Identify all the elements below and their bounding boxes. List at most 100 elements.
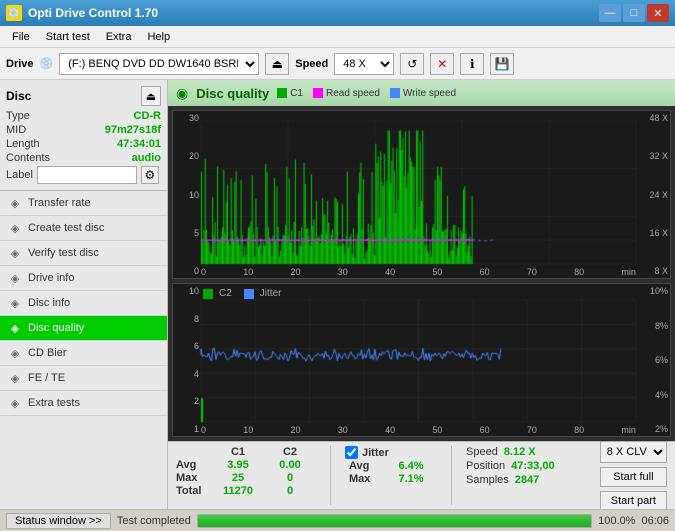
maximize-button[interactable]: □ [623,4,645,22]
progress-bar-fill [198,515,591,527]
sidebar-item-label: Disc quality [28,322,84,334]
charts-area: 48 X 32 X 24 X 16 X 8 X 30 20 10 5 0 0 [168,106,675,441]
legend-c1-color [277,88,287,98]
chart-header: ◉ Disc quality C1 Read speed Write speed [168,80,675,106]
menu-start-test[interactable]: Start test [38,29,98,45]
legend-write-label: Write speed [403,88,456,99]
stats-avg-row: Avg 3.95 0.00 [176,459,316,471]
status-text: Test completed [117,515,191,527]
speed-key: Speed [466,446,498,458]
speed-control-row: 8 X CLV [600,441,667,463]
sidebar-item-drive-info[interactable]: ◈ Drive info [0,266,167,291]
legend-read-label: Read speed [326,88,380,99]
minimize-button[interactable]: — [599,4,621,22]
c2-y-left-labels: 10 8 6 4 2 1 [173,284,201,436]
transfer-rate-icon: ◈ [8,196,22,210]
samples-val: 2847 [515,474,539,486]
disc-length-label: Length [6,138,40,150]
eject-button[interactable]: ⏏ [265,53,289,75]
info-button[interactable]: ℹ [460,53,484,75]
status-bar: Status window >> Test completed 100.0% 0… [0,509,675,531]
app-icon: 💿 [6,5,22,21]
sidebar-item-transfer-rate[interactable]: ◈ Transfer rate [0,191,167,216]
legend-read-color [313,88,323,98]
speed-val: 8.12 X [504,446,536,458]
chart-title: Disc quality [196,86,269,101]
jitter-header: Jitter [345,446,437,459]
sidebar-item-disc-quality[interactable]: ◈ Disc quality [0,316,167,341]
jitter-max-label: Max [349,473,385,485]
jitter-checkbox[interactable] [345,446,358,459]
sidebar-item-create-test-disc[interactable]: ◈ Create test disc [0,216,167,241]
c2-chart: C2 Jitter 10% 8% 6% 4% 2% 10 8 6 4 [172,283,671,437]
legend-write-color [390,88,400,98]
sidebar-item-fe-te[interactable]: ◈ FE / TE [0,366,167,391]
menu-bar: File Start test Extra Help [0,26,675,48]
legend-write: Write speed [390,88,456,99]
c1-y-right-labels: 48 X 32 X 24 X 16 X 8 X [638,111,670,278]
disc-contents-row: Contents audio [6,152,161,164]
legend-read: Read speed [313,88,380,99]
stats-max-c1: 25 [212,472,264,484]
jitter-label: Jitter [260,288,282,299]
sidebar-item-disc-info[interactable]: ◈ Disc info [0,291,167,316]
jitter-color-box [244,289,254,299]
menu-help[interactable]: Help [139,29,178,45]
refresh-button[interactable]: ↺ [400,53,424,75]
verify-test-disc-icon: ◈ [8,246,22,260]
title-bar-left: 💿 Opti Drive Control 1.70 [6,5,158,21]
disc-eject-button[interactable]: ⏏ [141,86,161,106]
stats-bar: C1 C2 Avg 3.95 0.00 Max 25 0 Total 11270… [168,441,675,509]
label-settings-button[interactable]: ⚙ [141,166,159,184]
sidebar-item-cd-bier[interactable]: ◈ CD Bier [0,341,167,366]
stats-total-row: Total 11270 0 [176,485,316,497]
c1-chart: 48 X 32 X 24 X 16 X 8 X 30 20 10 5 0 0 [172,110,671,279]
jitter-avg-label: Avg [349,460,385,472]
c1-y-left-labels: 30 20 10 5 0 [173,111,201,278]
c2-label: C2 [219,288,232,299]
sidebar-item-extra-tests[interactable]: ◈ Extra tests [0,391,167,416]
c2-chart-labels: C2 Jitter [203,288,281,299]
stats-total-c1: 11270 [212,485,264,497]
jitter-stats: Jitter Avg 6.4% Max 7.1% [345,446,437,505]
stats-max-label: Max [176,472,212,484]
c2-canvas [173,284,670,436]
toolbar: Drive 💿 (F:) BENQ DVD DD DW1640 BSRB ⏏ S… [0,48,675,80]
stats-avg-c1: 3.95 [212,459,264,471]
disc-mid-label: MID [6,124,26,136]
drive-select[interactable]: (F:) BENQ DVD DD DW1640 BSRB [59,53,259,75]
save-button[interactable]: 💾 [490,53,514,75]
sidebar-item-label: Verify test disc [28,247,99,259]
position-val: 47:33,00 [511,460,554,472]
progress-bar [197,514,592,528]
speed-mode-select[interactable]: 8 X CLV [600,441,667,463]
menu-extra[interactable]: Extra [98,29,140,45]
jitter-avg-row: Avg 6.4% [345,460,437,472]
create-test-disc-icon: ◈ [8,221,22,235]
speed-stats: Speed 8.12 X Position 47:33,00 Samples 2… [466,446,555,505]
disc-type-value: CD-R [134,110,162,122]
menu-file[interactable]: File [4,29,38,45]
stats-total-c2: 0 [264,485,316,497]
clear-button[interactable]: ✕ [430,53,454,75]
disc-mid-row: MID 97m27s18f [6,124,161,136]
progress-percent: 100.0% [598,515,635,527]
speed-label: Speed [295,58,328,70]
speed-select[interactable]: 48 X [334,53,394,75]
jitter-avg-val: 6.4% [385,460,437,472]
status-window-button[interactable]: Status window >> [6,513,111,529]
stats-max-c2: 0 [264,472,316,484]
stats-header-row: C1 C2 [176,446,316,458]
position-row: Position 47:33,00 [466,460,555,472]
window-controls: — □ ✕ [599,4,669,22]
extra-tests-icon: ◈ [8,396,22,410]
main-content: Disc ⏏ Type CD-R MID 97m27s18f Length 47… [0,80,675,509]
start-full-button[interactable]: Start full [600,467,667,487]
stats-total-label: Total [176,485,212,497]
sidebar-item-verify-test-disc[interactable]: ◈ Verify test disc [0,241,167,266]
c1-x-labels: 0 10 20 30 40 50 60 70 80 min [201,267,636,278]
c2-x-labels: 0 10 20 30 40 50 60 70 80 min [201,425,636,436]
disc-label-input[interactable] [37,166,137,184]
start-part-button[interactable]: Start part [600,491,667,510]
close-button[interactable]: ✕ [647,4,669,22]
